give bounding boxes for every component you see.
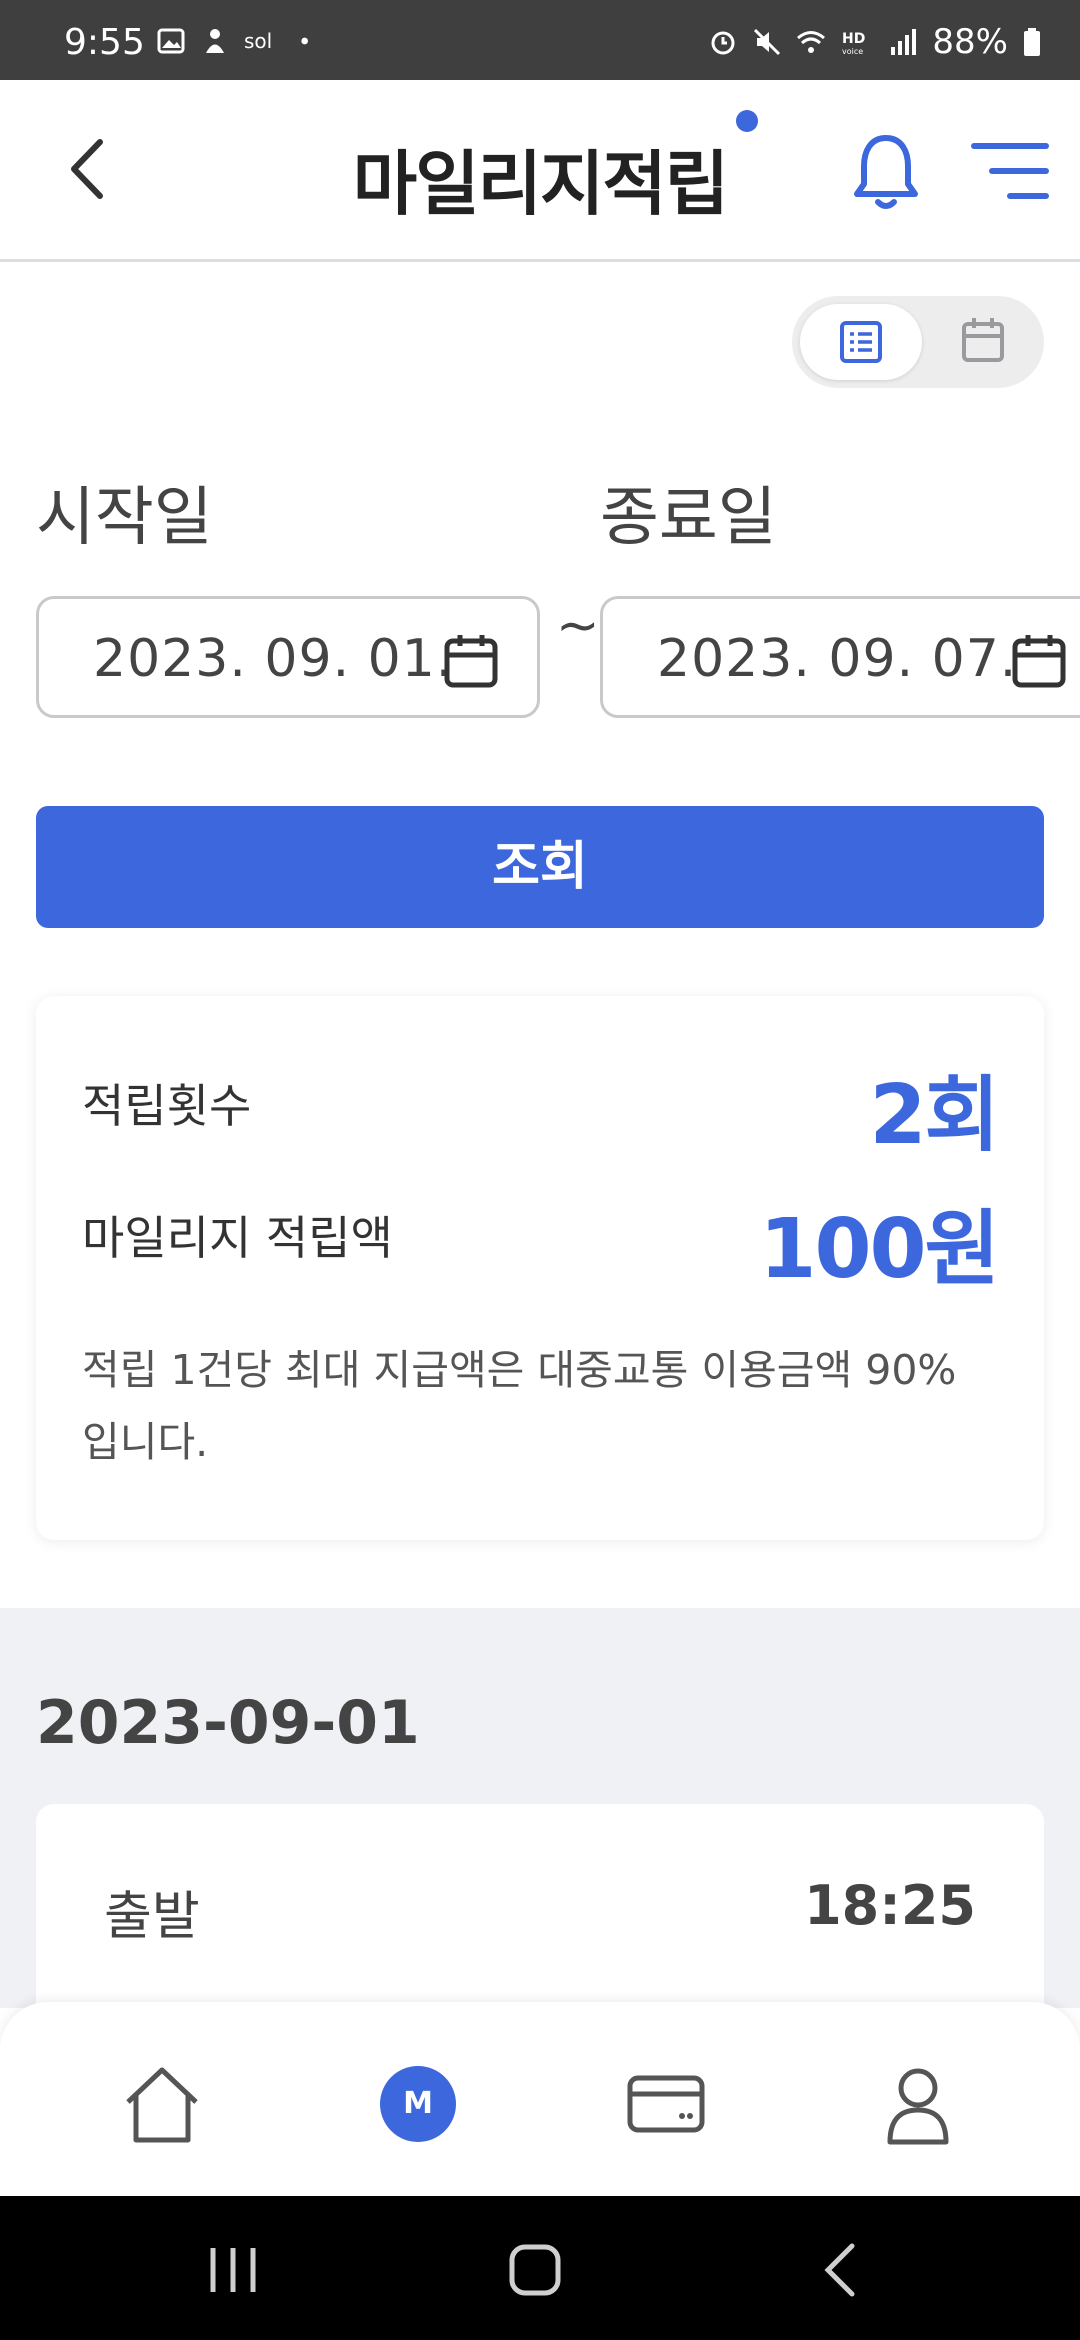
home-square-icon xyxy=(509,2244,561,2296)
alarm-icon xyxy=(711,31,735,55)
date-range-separator: ~ xyxy=(556,596,600,656)
wifi-icon xyxy=(797,31,826,53)
app-header: 마일리지적립 xyxy=(0,80,1080,262)
trip-time: 18:25 xyxy=(804,1874,976,1937)
list-icon xyxy=(840,321,882,363)
signal-icon xyxy=(891,29,917,55)
end-date-label: 종료일 xyxy=(600,481,777,555)
bell-icon xyxy=(854,135,918,209)
dot-icon xyxy=(301,37,308,45)
trip-label: 출발 xyxy=(104,1887,200,1947)
calendar-icon xyxy=(1012,635,1066,688)
start-date-field[interactable]: 2023. 09. 01. xyxy=(36,596,540,718)
svg-text:voice: voice xyxy=(842,47,863,56)
summary-card: 적립횟수 2회 마일리지 적립액 100원 적립 1건당 최대 지급액은 대중교… xyxy=(36,996,1044,1540)
end-date-field[interactable]: 2023. 09. 07. xyxy=(600,596,1080,718)
notification-dot xyxy=(736,110,758,132)
mute-icon xyxy=(754,28,781,56)
recent-apps-icon xyxy=(210,2248,256,2292)
user-icon xyxy=(887,2068,949,2145)
mileage-icon: M xyxy=(380,2066,456,2142)
count-label: 적립횟수 xyxy=(82,1079,252,1133)
system-back-button[interactable] xyxy=(806,2238,876,2302)
notification-button[interactable] xyxy=(852,132,920,212)
status-time: 9:55 xyxy=(64,22,145,63)
nav-card[interactable] xyxy=(624,2062,708,2146)
history-date: 2023-09-01 xyxy=(36,1688,420,1758)
sol-icon: sol xyxy=(244,29,272,53)
nav-home[interactable] xyxy=(120,2062,204,2146)
home-icon xyxy=(126,2067,198,2143)
search-button[interactable]: 조회 xyxy=(36,806,1044,928)
list-view-button[interactable] xyxy=(800,304,922,380)
app-icon xyxy=(206,29,224,53)
summary-note: 적립 1건당 최대 지급액은 대중교통 이용금액 90% 입니다. xyxy=(82,1346,957,1466)
status-bar: 9:55 sol HD voice 88% xyxy=(0,0,1080,80)
nav-user[interactable] xyxy=(876,2062,960,2146)
back-arrow-icon xyxy=(824,2243,855,2297)
card-icon xyxy=(627,2075,705,2133)
count-value: 2회 xyxy=(869,1068,1000,1163)
calendar-icon xyxy=(444,635,498,688)
view-toggle xyxy=(792,296,1044,388)
calendar-icon xyxy=(962,318,1004,362)
battery-percent: 88% xyxy=(932,22,1008,62)
start-date-value: 2023. 09. 01. xyxy=(93,629,454,689)
bottom-nav: M xyxy=(0,2002,1080,2196)
system-nav-bar xyxy=(0,2196,1080,2340)
amount-label: 마일리지 적립액 xyxy=(82,1211,393,1265)
gallery-icon xyxy=(157,28,185,54)
history-section: 2023-09-01 출발 18:25 xyxy=(0,1608,1080,2064)
battery-icon xyxy=(1024,28,1040,56)
amount-value: 100원 xyxy=(759,1202,1000,1297)
recent-apps-button[interactable] xyxy=(198,2238,268,2302)
svg-text:HD: HD xyxy=(842,31,865,47)
home-system-button[interactable] xyxy=(500,2238,570,2302)
calendar-view-button[interactable] xyxy=(928,304,1036,380)
nav-mileage[interactable]: M xyxy=(376,2062,460,2146)
end-date-value: 2023. 09. 07. xyxy=(657,629,1018,689)
svg-text:sol: sol xyxy=(244,29,272,53)
hd-voice-icon: HDvoice xyxy=(842,31,865,56)
start-date-label: 시작일 xyxy=(36,481,213,555)
menu-button[interactable] xyxy=(970,138,1050,204)
menu-icon xyxy=(971,143,1049,199)
